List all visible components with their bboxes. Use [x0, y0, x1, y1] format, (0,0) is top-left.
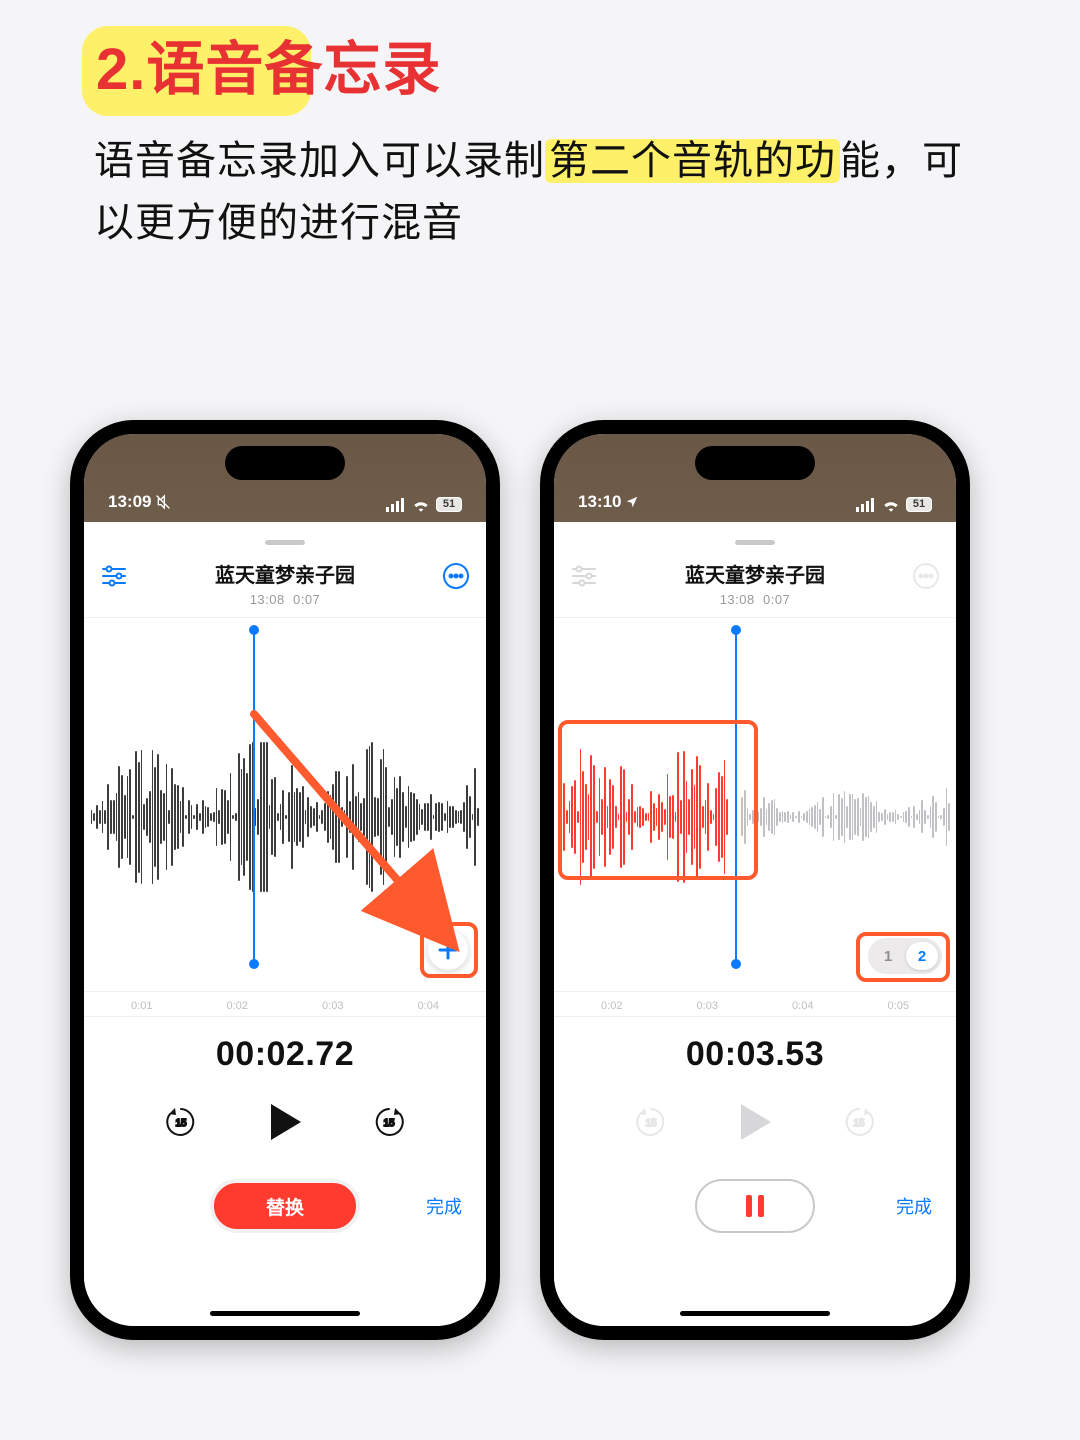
playback-controls: 00:03.53 15: [554, 1016, 956, 1326]
home-indicator[interactable]: [210, 1311, 360, 1316]
skip-back-button: 15: [631, 1102, 671, 1142]
skip-back-icon: 15: [163, 1104, 199, 1140]
current-time: 00:02.72: [108, 1035, 462, 1074]
sheet-grabber[interactable]: [265, 540, 305, 545]
replace-button[interactable]: 替换: [210, 1179, 360, 1233]
add-track-button[interactable]: [428, 930, 468, 970]
current-time: 00:03.53: [578, 1035, 932, 1074]
filter-button: [564, 556, 604, 596]
wifi-icon: [882, 498, 900, 512]
dynamic-island: [695, 446, 815, 480]
status-time: 13:09: [108, 492, 151, 512]
playhead[interactable]: [253, 630, 255, 964]
time-ruler: 0:01 0:02 0:03 0:04: [84, 991, 486, 1012]
play-icon: [267, 1102, 303, 1142]
sliders-icon: [101, 565, 127, 587]
sliders-icon: [571, 565, 597, 587]
skip-forward-button[interactable]: 15: [369, 1102, 409, 1142]
track-2[interactable]: 2: [906, 942, 938, 970]
battery-indicator: 51: [906, 497, 932, 512]
phone-mockup-right: 13:10 51 蓝天童梦亲子园: [540, 420, 970, 1340]
recording-header: 蓝天童梦亲子园 13:08 0:07: [554, 522, 956, 618]
recording-title: 蓝天童梦亲子园: [610, 559, 900, 588]
recording-meta: 13:08 0:07: [140, 592, 430, 607]
done-button[interactable]: 完成: [426, 1193, 462, 1219]
phone-mockup-left: 13:09 51 蓝天童梦亲子园: [70, 420, 500, 1340]
svg-text:15: 15: [383, 1118, 395, 1129]
filter-button[interactable]: [94, 556, 134, 596]
recording-header: 蓝天童梦亲子园 13:08 0:07: [84, 522, 486, 618]
ellipsis-circle-icon: [442, 562, 470, 590]
track-1[interactable]: 1: [872, 942, 904, 970]
plus-icon: [437, 939, 459, 961]
location-icon: [625, 495, 639, 509]
sheet-grabber[interactable]: [735, 540, 775, 545]
home-indicator[interactable]: [680, 1311, 830, 1316]
waveform: [554, 749, 956, 884]
ellipsis-circle-icon: [912, 562, 940, 590]
status-time: 13:10: [578, 492, 621, 512]
waveform: [84, 742, 486, 893]
svg-text:15: 15: [645, 1118, 657, 1129]
waveform-area[interactable]: 0:02 0:03 0:04 0:05 1 2: [554, 618, 956, 1016]
skip-back-icon: 15: [633, 1104, 669, 1140]
skip-forward-button: 15: [839, 1102, 879, 1142]
svg-text:15: 15: [175, 1118, 187, 1129]
signal-icon: [856, 498, 876, 512]
track-selector[interactable]: 1 2: [868, 938, 942, 974]
playback-controls: 00:02.72 15: [84, 1016, 486, 1326]
page-heading-text: 2.语音备忘录: [96, 22, 441, 106]
signal-icon: [386, 498, 406, 512]
silent-icon: [155, 494, 171, 510]
skip-forward-icon: 15: [371, 1104, 407, 1140]
page-heading: 2.语音备忘录: [90, 18, 451, 112]
skip-back-button[interactable]: 15: [161, 1102, 201, 1142]
recording-title: 蓝天童梦亲子园: [140, 559, 430, 588]
play-icon: [737, 1102, 773, 1142]
playhead[interactable]: [735, 630, 737, 964]
svg-text:15: 15: [853, 1118, 865, 1129]
play-button[interactable]: [261, 1098, 309, 1146]
wifi-icon: [412, 498, 430, 512]
time-ruler: 0:02 0:03 0:04 0:05: [554, 991, 956, 1012]
done-button[interactable]: 完成: [896, 1193, 932, 1219]
skip-forward-icon: 15: [841, 1104, 877, 1140]
recording-meta: 13:08 0:07: [610, 592, 900, 607]
more-button: [906, 556, 946, 596]
pause-icon: [744, 1193, 766, 1219]
play-button: [731, 1098, 779, 1146]
dynamic-island: [225, 446, 345, 480]
highlighted-text: 第二个音轨的功: [545, 139, 840, 183]
battery-indicator: 51: [436, 497, 462, 512]
waveform-area[interactable]: 0:01 0:02 0:03 0:04: [84, 618, 486, 1016]
pause-button[interactable]: [695, 1179, 815, 1233]
page-subheading: 语音备忘录加入可以录制第二个音轨的功能，可以更方便的进行混音: [94, 130, 984, 254]
more-button[interactable]: [436, 556, 476, 596]
